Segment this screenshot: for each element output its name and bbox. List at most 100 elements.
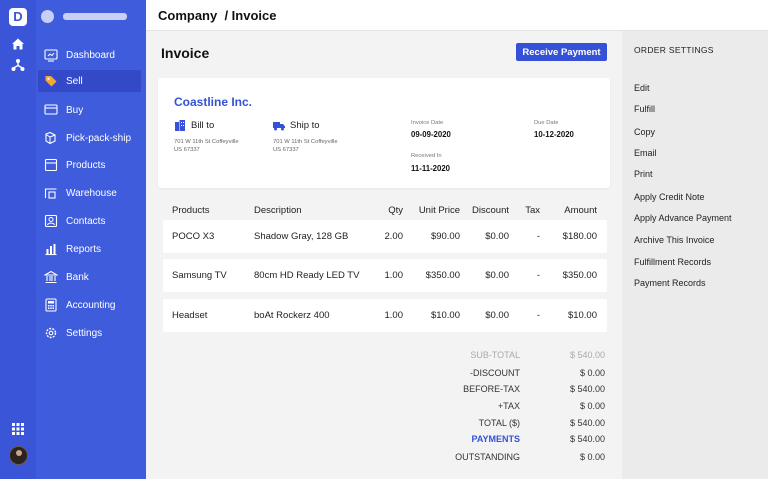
received-in-date: 11-11-2020 [411, 164, 451, 173]
sidebar-item-label: Buy [66, 104, 84, 116]
sidebar-item-label: Accounting [66, 299, 116, 311]
apps-grid-icon[interactable] [10, 421, 26, 437]
address-line: 701 W 11th St Coffeyville [174, 139, 239, 145]
outstanding-label: OUTSTANDING [455, 452, 520, 462]
action-apply-credit-note[interactable]: Apply Credit Note [634, 192, 705, 202]
amount-cell: $10.00 [567, 310, 597, 321]
bill-to-label: Bill to [174, 120, 214, 131]
address-line: US 67337 [273, 147, 299, 153]
sidebar-item-dashboard[interactable]: Dashboard [38, 44, 141, 66]
table-row[interactable]: POCO X3 Shadow Gray, 128 GB 2.00 $90.00 … [163, 220, 607, 253]
action-edit[interactable]: Edit [634, 83, 650, 93]
action-copy[interactable]: Copy [634, 127, 655, 137]
cart-icon [44, 104, 58, 115]
sidebar-item-label: Dashboard [66, 49, 115, 61]
workspace-avatar[interactable] [41, 10, 54, 23]
qty-cell: 1.00 [384, 270, 404, 281]
box-icon [45, 131, 56, 145]
tag-icon [45, 76, 57, 87]
customer-name[interactable]: Coastline Inc. [174, 95, 252, 109]
column-header-discount: Discount [472, 205, 509, 216]
total-label: TOTAL ($) [478, 418, 520, 428]
sidebar-item-bank[interactable]: Bank [38, 266, 141, 288]
contacts-icon [44, 214, 58, 228]
sidebar-item-label: Bank [66, 271, 89, 283]
sidebar-item-label: Contacts [66, 215, 106, 227]
column-header-unit-price: Unit Price [418, 205, 460, 216]
order-settings-title: ORDER SETTINGS [634, 45, 714, 55]
column-header-tax: Tax [525, 205, 540, 216]
column-header-amount: Amount [564, 205, 597, 216]
tax-cell: - [536, 310, 540, 321]
action-fulfillment-records[interactable]: Fulfillment Records [634, 257, 711, 267]
sidebar-item-pick-pack-ship[interactable]: Pick-pack-ship [38, 127, 141, 149]
page-title: Invoice [161, 45, 210, 61]
bill-to-address: 701 W 11th St Coffeyville US 67337 [174, 138, 239, 154]
sidebar-item-products[interactable]: Products [38, 154, 141, 176]
sidebar-item-contacts[interactable]: Contacts [38, 210, 141, 232]
discount-cell: $0.00 [485, 231, 509, 242]
home-icon[interactable] [10, 36, 26, 52]
tax-cell: - [536, 270, 540, 281]
ship-to-label: Ship to [273, 120, 320, 131]
action-print[interactable]: Print [634, 169, 653, 179]
invoice-date-label: Invoice Date [411, 120, 444, 126]
sidebar-item-label: Reports [66, 243, 102, 255]
discount-value: $ 0.00 [579, 368, 605, 378]
action-archive-invoice[interactable]: Archive This Invoice [634, 235, 714, 245]
sidebar-item-warehouse[interactable]: Warehouse [38, 182, 141, 204]
unit-price-cell: $90.00 [430, 231, 460, 242]
table-row[interactable]: Headset boAt Rockerz 400 1.00 $10.00 $0.… [163, 299, 607, 332]
tax-cell: - [536, 231, 540, 242]
action-payment-records[interactable]: Payment Records [634, 278, 706, 288]
sidebar-item-sell[interactable]: Sell [38, 70, 141, 92]
workspace-name-placeholder[interactable] [63, 13, 127, 20]
received-in-label: Received In [411, 153, 442, 159]
sidebar-item-accounting[interactable]: Accounting [38, 294, 141, 316]
invoice-details-card: Coastline Inc. Bill to 701 W 11th St Cof… [158, 78, 610, 188]
discount-cell: $0.00 [485, 270, 509, 281]
icon-rail: D [0, 0, 36, 479]
warehouse-icon [44, 188, 57, 199]
payments-label[interactable]: PAYMENTS [360, 434, 520, 444]
breadcrumb[interactable]: Company / Invoice [158, 8, 276, 23]
accounting-icon [45, 298, 57, 312]
tax-label: +TAX [497, 401, 520, 411]
column-header-products: Products [172, 205, 210, 216]
sidebar-item-label: Warehouse [66, 187, 117, 199]
sidebar-item-label: Sell [66, 75, 83, 87]
product-cell: Samsung TV [172, 270, 227, 281]
building-icon [175, 120, 185, 131]
network-icon[interactable] [10, 57, 26, 73]
amount-cell: $180.00 [562, 231, 597, 242]
table-row[interactable]: Samsung TV 80cm HD Ready LED TV 1.00 $35… [163, 259, 607, 292]
bill-to-text: Bill to [191, 120, 215, 131]
user-avatar[interactable] [9, 446, 28, 465]
sidebar: Dashboard Sell Buy Pick-pack-ship Produc… [36, 0, 146, 479]
sidebar-item-reports[interactable]: Reports [38, 238, 141, 260]
action-apply-advance-payment[interactable]: Apply Advance Payment [634, 213, 732, 223]
sidebar-item-label: Settings [66, 327, 103, 339]
unit-price-cell: $10.00 [430, 310, 460, 321]
ship-to-text: Ship to [290, 120, 320, 131]
truck-icon [273, 122, 285, 131]
sidebar-item-label: Pick-pack-ship [66, 132, 132, 144]
order-settings-panel: ORDER SETTINGS Edit Fulfill Copy Email P… [622, 31, 768, 479]
product-cell: POCO X3 [172, 231, 215, 242]
address-line: US 67337 [174, 147, 200, 153]
subtotal-label: SUB-TOTAL [470, 350, 520, 360]
action-fulfill[interactable]: Fulfill [634, 104, 655, 114]
qty-cell: 2.00 [384, 231, 404, 242]
receive-payment-button[interactable]: Receive Payment [516, 43, 607, 61]
invoice-date: 09-09-2020 [411, 130, 451, 139]
sidebar-item-buy[interactable]: Buy [38, 99, 141, 121]
sidebar-item-settings[interactable]: Settings [38, 322, 141, 344]
address-line: 701 W 11th St Coffeyville [273, 139, 338, 145]
app-logo[interactable]: D [9, 8, 27, 26]
action-email[interactable]: Email [634, 148, 657, 158]
products-icon [44, 158, 58, 172]
gear-icon [45, 327, 57, 339]
dashboard-icon [44, 49, 58, 62]
amount-cell: $350.00 [562, 270, 597, 281]
outstanding-value: $ 0.00 [579, 452, 605, 462]
